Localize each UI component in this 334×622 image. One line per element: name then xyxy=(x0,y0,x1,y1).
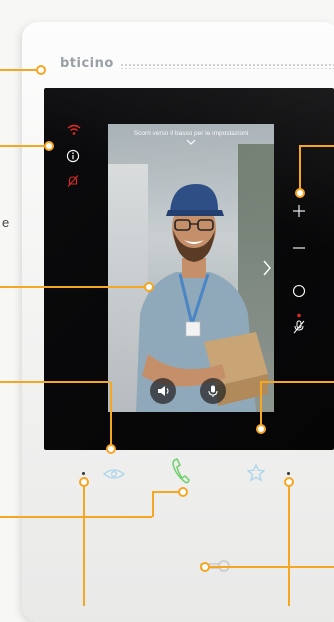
eye-key-icon[interactable] xyxy=(103,468,125,480)
callout-line-video xyxy=(0,286,146,288)
chevron-right-icon[interactable] xyxy=(262,260,272,276)
callout-line-star-h xyxy=(260,381,334,383)
courier-figure xyxy=(136,184,268,412)
callout-dot-side-controls xyxy=(295,188,305,198)
speaker-volume-button[interactable] xyxy=(150,378,176,404)
callout-line-handset-h xyxy=(0,516,152,518)
callout-dot-star xyxy=(256,424,266,434)
volume-up-icon[interactable] xyxy=(292,204,306,218)
callout-line-eye-v xyxy=(110,382,112,446)
callout-dot-status-icons xyxy=(44,141,54,151)
callout-line-brand xyxy=(0,69,38,71)
volume-down-icon[interactable] xyxy=(292,246,306,250)
speaker-icon xyxy=(158,386,169,396)
callout-line-right-led xyxy=(288,482,290,606)
info-icon[interactable] xyxy=(66,149,80,163)
callout-dot-right-led xyxy=(284,477,294,487)
microphone-icon xyxy=(208,385,218,397)
settings-hint-text: Scorri verso il basso per le impostazion… xyxy=(133,130,249,137)
led-indicator-right xyxy=(287,472,290,475)
callout-dot-video xyxy=(144,282,154,292)
home-circle-icon[interactable] xyxy=(292,284,306,298)
brand-logo: bticino xyxy=(60,56,114,71)
speaker-grille xyxy=(120,63,334,69)
callout-line-side-controls-h xyxy=(299,145,334,147)
callout-dot-eye xyxy=(106,444,116,454)
bell-muted-icon[interactable] xyxy=(66,174,80,188)
video-feed[interactable]: Scorri verso il basso per le impostazion… xyxy=(108,124,274,412)
callout-dot-brand xyxy=(36,65,46,75)
callout-dot-left-led xyxy=(79,477,89,487)
callout-line-eye-h xyxy=(0,381,110,383)
led-indicator-left xyxy=(82,472,85,475)
callout-line-star-v xyxy=(260,381,262,427)
callout-dot-handset xyxy=(178,487,188,497)
chevron-down-icon[interactable] xyxy=(186,138,196,146)
callout-line-door-key xyxy=(204,566,334,568)
mic-mute-icon[interactable] xyxy=(292,313,306,335)
callout-line-left-led xyxy=(83,482,85,606)
callout-line-status-icons xyxy=(0,145,46,147)
edge-text: e xyxy=(2,215,10,230)
callout-dot-door-key xyxy=(200,562,210,572)
handset-key-icon[interactable] xyxy=(172,458,190,484)
callout-line-handset-v xyxy=(152,491,154,517)
wifi-icon xyxy=(67,124,81,135)
microphone-button[interactable] xyxy=(200,378,226,404)
star-key-icon[interactable] xyxy=(247,464,265,482)
callout-line-side-controls-v xyxy=(299,145,301,191)
